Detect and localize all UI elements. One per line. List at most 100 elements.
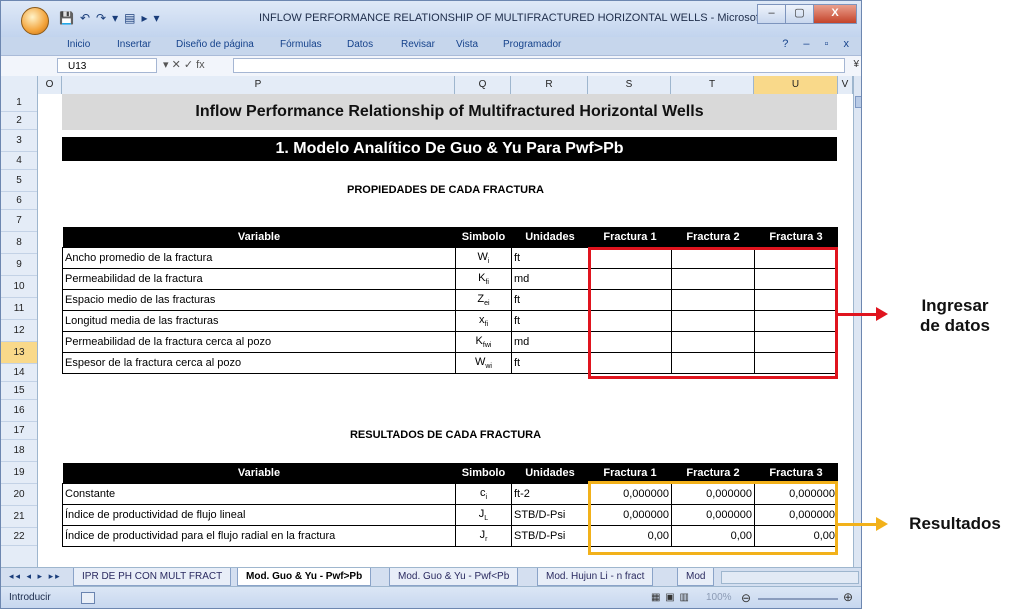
units-cell[interactable]: ft [511,352,589,374]
row-header-8[interactable]: 8 [1,232,37,254]
name-box[interactable]: U13 [57,58,157,73]
units-cell[interactable]: ft [511,247,589,269]
office-button[interactable] [21,7,49,35]
column-header-q[interactable]: Q [455,76,511,94]
macro-record-icon[interactable] [81,592,95,604]
row-header-15[interactable]: 15 [1,382,37,400]
units-cell[interactable]: ft [511,289,589,311]
symbol-cell[interactable]: Jr [455,525,512,547]
variable-cell[interactable]: Espacio medio de las fracturas [62,289,456,311]
column-header-r[interactable]: R [511,76,588,94]
symbol-cell[interactable]: Kfwi [455,331,512,353]
symbol-cell[interactable]: JL [455,504,512,526]
symbol-cell[interactable]: Zei [455,289,512,311]
tab-revisar[interactable]: Revisar [401,39,435,50]
row-header-20[interactable]: 20 [1,484,37,506]
tab-programador[interactable]: Programador [503,39,561,50]
symbol-cell[interactable]: Wi [455,247,512,269]
row-header-6[interactable]: 6 [1,192,37,210]
row-header-22[interactable]: 22 [1,528,37,546]
column-header-p[interactable]: P [62,76,455,94]
sheet-tab-guo-yu-pwf-gt-pb[interactable]: Mod. Guo & Yu - Pwf>Pb [237,568,372,586]
zoom-in-icon[interactable]: ⊕ [843,590,853,604]
units-cell[interactable]: ft-2 [511,483,589,505]
units-cell[interactable]: STB/D-Psi [511,525,589,547]
units-cell[interactable]: md [511,268,589,290]
symbol-cell[interactable]: Wwi [455,352,512,374]
close-button[interactable]: X [813,4,857,24]
units-cell[interactable]: md [511,331,589,353]
symbol-cell[interactable]: xfi [455,310,512,332]
redo-icon[interactable]: ↷ [96,11,106,25]
units-cell[interactable]: STB/D-Psi [511,504,589,526]
zoom-slider[interactable] [758,598,838,600]
row-header-9[interactable]: 9 [1,254,37,276]
undo-dropdown-icon[interactable]: ▾ [112,11,118,25]
worksheet-grid[interactable]: Inflow Performance Relationship of Multi… [38,94,853,567]
horizontal-scrollbar[interactable] [721,571,859,584]
row-header-3[interactable]: 3 [1,130,37,152]
column-header-u[interactable]: U [754,76,838,94]
variable-cell[interactable]: Permeabilidad de la fractura cerca al po… [62,331,456,353]
variable-cell[interactable]: Ancho promedio de la fractura [62,247,456,269]
symbol-cell[interactable]: ci [455,483,512,505]
expand-formula-icon[interactable]: ¥ [853,59,859,70]
symbol-cell[interactable]: Kfi [455,268,512,290]
tab-insertar[interactable]: Insertar [117,39,151,50]
formula-buttons[interactable]: ▾ ✕ ✓ fx [163,58,205,71]
row-header-10[interactable]: 10 [1,276,37,298]
zoom-out-icon[interactable]: ⊖ [741,591,751,605]
open-icon[interactable]: ▸ [141,11,147,25]
sheet-tab-hujun-li[interactable]: Mod. Hujun Li - n fract [537,568,654,586]
variable-cell[interactable]: Índice de productividad para el flujo ra… [62,525,456,547]
row-header-1[interactable]: 1 [1,94,37,112]
row-header-4[interactable]: 4 [1,152,37,170]
select-all-corner[interactable] [1,76,38,94]
units-cell[interactable]: ft [511,310,589,332]
row-header-2[interactable]: 2 [1,112,37,130]
tab-formulas[interactable]: Fórmulas [280,39,322,50]
variable-cell[interactable]: Constante [62,483,456,505]
variable-cell[interactable]: Índice de productividad de flujo lineal [62,504,456,526]
customize-qat-icon[interactable]: ▾ [153,11,159,25]
view-buttons[interactable]: ▦ ▣ ▥ [651,592,690,603]
row-header-14[interactable]: 14 [1,364,37,382]
scroll-thumb[interactable] [855,96,861,108]
zoom-level[interactable]: 100% [706,592,732,603]
column-header-t[interactable]: T [671,76,754,94]
sheet-nav-arrows[interactable]: ◂◂ ◂ ▸ ▸▸ [9,571,62,582]
row-header-17[interactable]: 17 [1,422,37,440]
save-icon[interactable]: 💾 [59,11,74,25]
tab-diseno-de-pagina[interactable]: Diseño de página [176,39,254,50]
variable-cell[interactable]: Permeabilidad de la fractura [62,268,456,290]
sheet-tab-guo-yu-pwf-lt-pb[interactable]: Mod. Guo & Yu - Pwf<Pb [389,568,519,586]
row-header-12[interactable]: 12 [1,320,37,342]
sheet-tab-mod-partial[interactable]: Mod [677,568,715,586]
sheet-tab-ipr[interactable]: IPR DE PH CON MULT FRACT [73,568,232,586]
row-header-7[interactable]: 7 [1,210,37,232]
row-header-13[interactable]: 13 [1,342,37,364]
row-header-16[interactable]: 16 [1,400,37,422]
row-header-19[interactable]: 19 [1,462,37,484]
undo-icon[interactable]: ↶ [80,11,90,25]
variable-cell[interactable]: Espesor de la fractura cerca al pozo [62,352,456,374]
column-header-v[interactable]: V [838,76,853,94]
column-header-o[interactable]: O [38,76,62,94]
column-header-s[interactable]: S [588,76,671,94]
variable-cell[interactable]: Longitud media de las fracturas [62,310,456,332]
vertical-scrollbar[interactable] [853,76,861,567]
tab-inicio[interactable]: Inicio [67,39,90,50]
row-header-18[interactable]: 18 [1,440,37,462]
ribbon-window-controls[interactable]: ? – ▫ x [782,38,855,50]
row-header-5[interactable]: 5 [1,170,37,192]
row-header-21[interactable]: 21 [1,506,37,528]
minimize-button[interactable]: – [757,4,786,24]
tab-vista[interactable]: Vista [456,39,478,50]
print-preview-icon[interactable]: ▤ [124,11,135,25]
row-header-11[interactable]: 11 [1,298,37,320]
maximize-button[interactable]: ▢ [785,4,814,24]
header-variable: Variable [62,227,456,248]
result-callout: Resultados [909,514,1001,533]
formula-input[interactable] [233,58,845,73]
tab-datos[interactable]: Datos [347,39,373,50]
